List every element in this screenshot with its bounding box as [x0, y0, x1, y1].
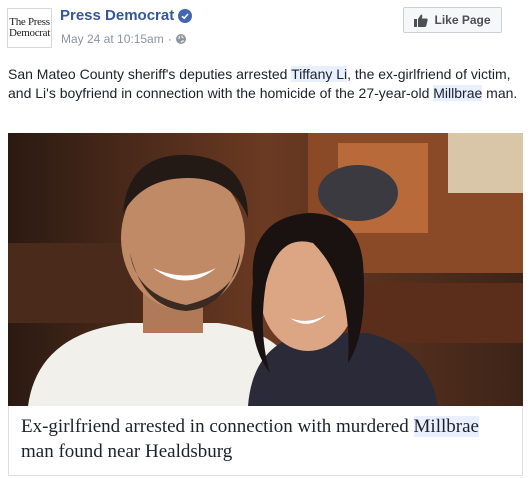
page-logo[interactable]: The Press Democrat [7, 8, 52, 48]
headline-highlight: Millbrae [413, 416, 479, 437]
page-name-link[interactable]: Press Democrat [60, 7, 193, 24]
tagged-name-link[interactable]: Tiffany Li [291, 66, 348, 82]
tagged-place-link[interactable]: Millbrae [433, 85, 483, 101]
thumbs-up-icon [414, 14, 429, 27]
link-preview-caption[interactable]: Ex-girlfriend arrested in connection wit… [8, 406, 523, 476]
photo-illustration [8, 133, 523, 406]
post-timestamp[interactable]: May 24 at 10:15am [61, 32, 164, 46]
like-page-button[interactable]: Like Page [403, 7, 502, 33]
globe-icon [175, 34, 186, 44]
post-text: San Mateo County sheriff's deputies arre… [8, 65, 523, 103]
post-text-part: San Mateo County sheriff's deputies arre… [8, 66, 292, 82]
post-meta: May 24 at 10:15am · [61, 32, 186, 46]
logo-text-line2: Democrat [9, 27, 50, 39]
post-text-part: man. [482, 85, 518, 101]
headline-part: Ex-girlfriend arrested in connection wit… [21, 416, 414, 437]
verified-badge-icon [178, 8, 193, 23]
headline-part: man found near Healdsburg [21, 441, 233, 462]
like-page-label: Like Page [434, 13, 491, 27]
article-headline[interactable]: Ex-girlfriend arrested in connection wit… [21, 414, 510, 464]
link-preview-image[interactable] [8, 133, 523, 406]
page-name[interactable]: Press Democrat [60, 7, 174, 24]
meta-separator: · [167, 32, 172, 46]
